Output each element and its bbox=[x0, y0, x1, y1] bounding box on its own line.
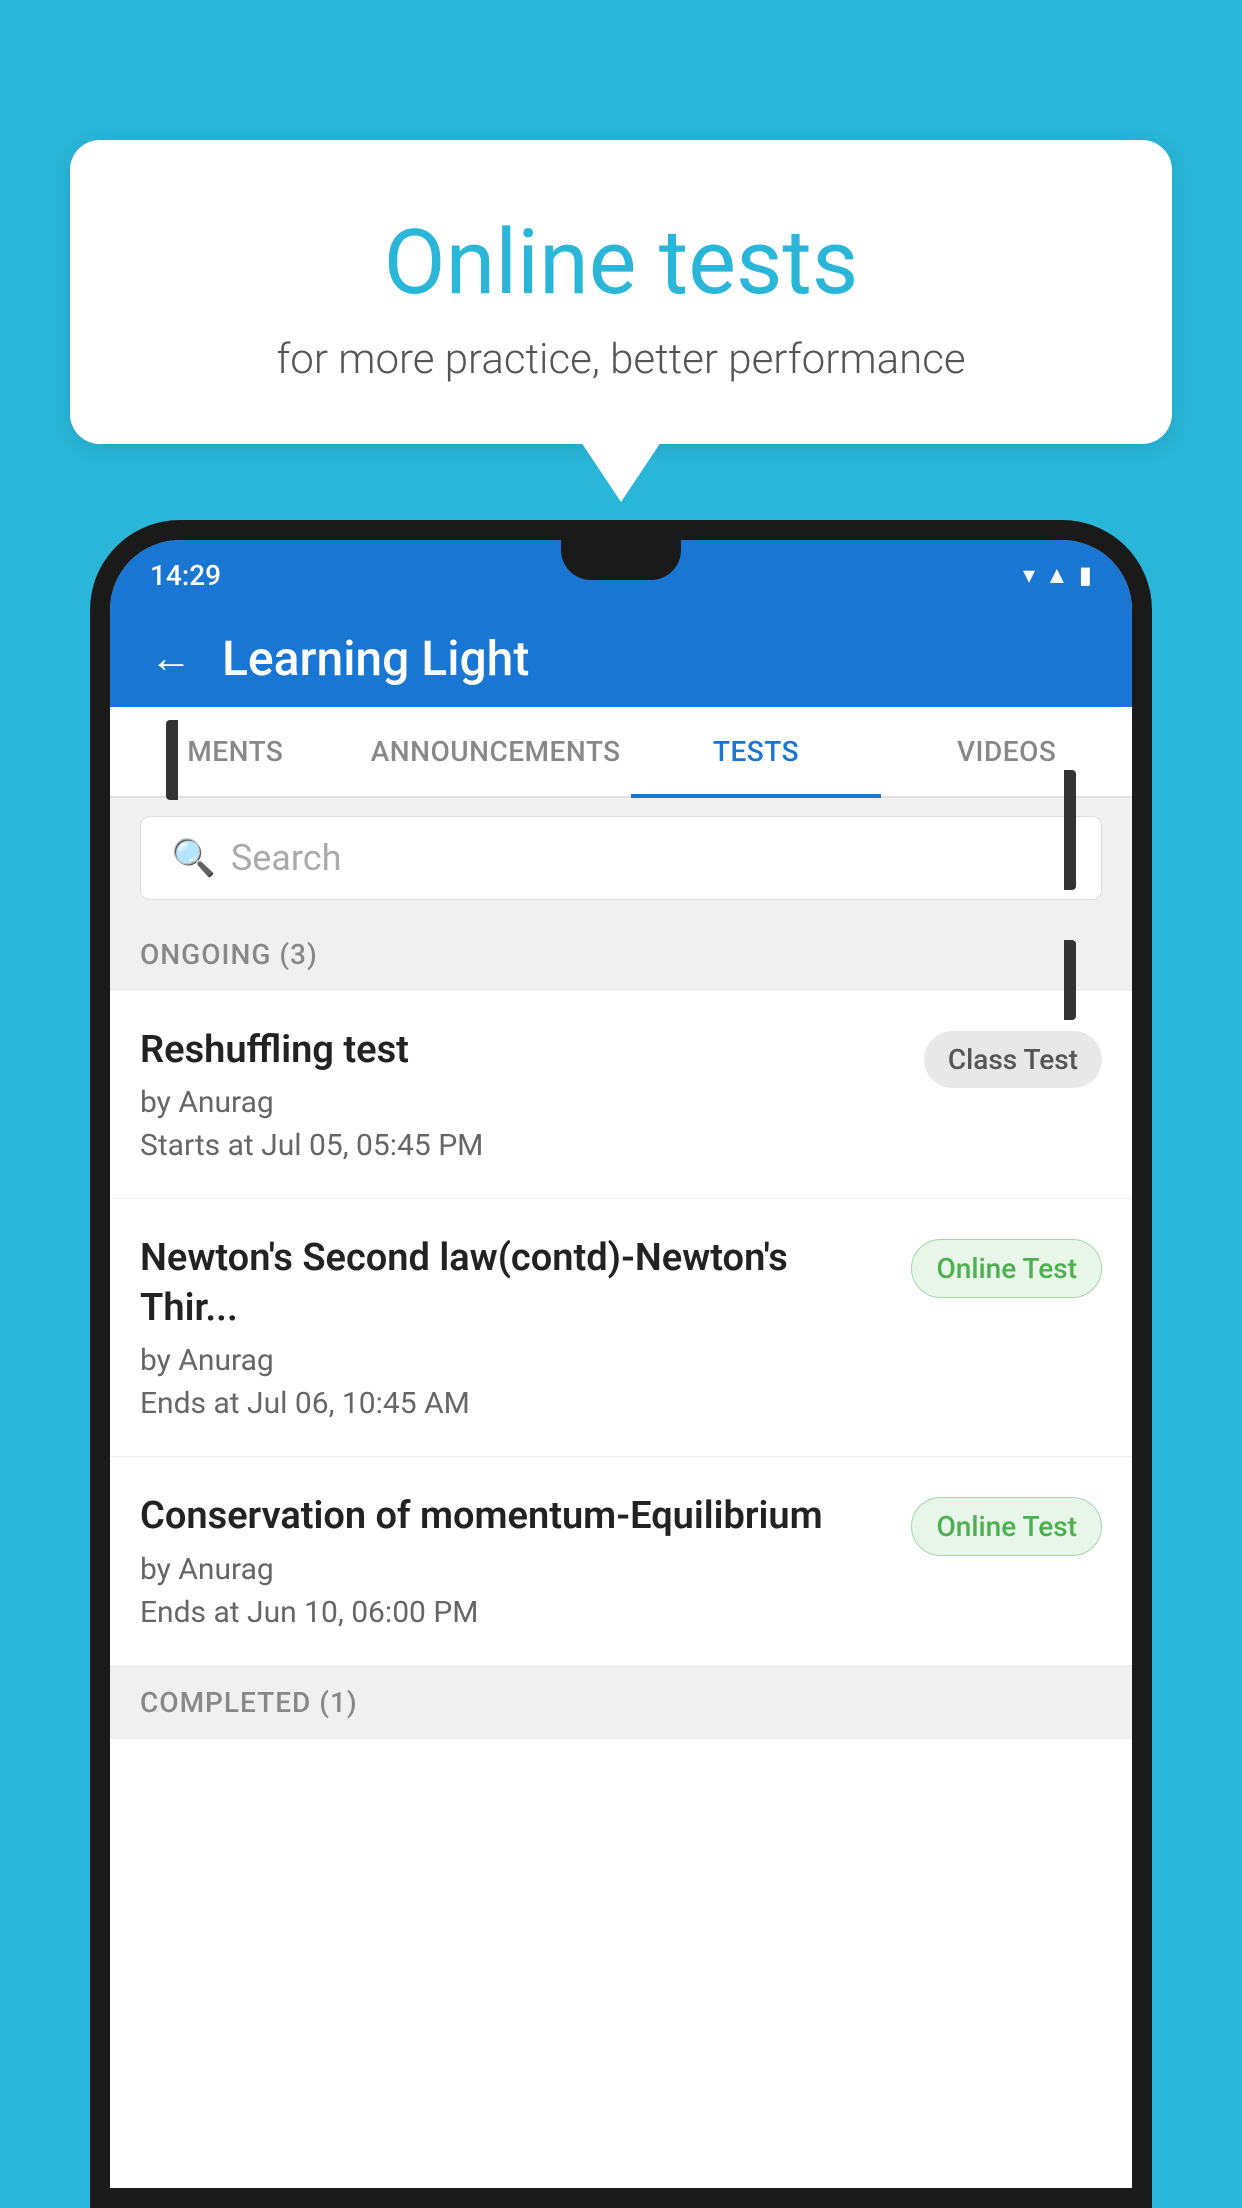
speech-bubble: Online tests for more practice, better p… bbox=[70, 140, 1172, 444]
phone-volume-down-button[interactable] bbox=[1064, 940, 1076, 1020]
ongoing-section-header: ONGOING (3) bbox=[110, 918, 1132, 991]
app-title: Learning Light bbox=[222, 630, 529, 687]
test-info-2: Newton's Second law(contd)-Newton's Thir… bbox=[140, 1234, 911, 1421]
tab-tests[interactable]: TESTS bbox=[631, 707, 882, 796]
test-name-1: Reshuffling test bbox=[140, 1026, 904, 1075]
test-item-1[interactable]: Reshuffling test by Anurag Starts at Jul… bbox=[110, 991, 1132, 1199]
tab-announcements[interactable]: ANNOUNCEMENTS bbox=[361, 707, 631, 796]
app-header: ← Learning Light bbox=[110, 610, 1132, 707]
speech-bubble-arrow bbox=[581, 442, 661, 502]
search-placeholder: Search bbox=[231, 837, 342, 879]
signal-icon: ▲ bbox=[1045, 561, 1069, 590]
speech-bubble-title: Online tests bbox=[150, 210, 1092, 315]
wifi-icon: ▾ bbox=[1023, 561, 1035, 589]
tab-videos[interactable]: VIDEOS bbox=[881, 707, 1132, 796]
completed-section-header: COMPLETED (1) bbox=[110, 1666, 1132, 1739]
speech-bubble-subtitle: for more practice, better performance bbox=[150, 335, 1092, 384]
test-by-3: by Anurag bbox=[140, 1552, 891, 1587]
test-info-3: Conservation of momentum-Equilibrium by … bbox=[140, 1492, 911, 1629]
test-name-2: Newton's Second law(contd)-Newton's Thir… bbox=[140, 1234, 891, 1333]
test-badge-1: Class Test bbox=[924, 1031, 1102, 1088]
test-name-3: Conservation of momentum-Equilibrium bbox=[140, 1492, 891, 1541]
status-icons: ▾ ▲ ▮ bbox=[1023, 561, 1092, 590]
phone-frame: 14:29 ▾ ▲ ▮ ← Learning Light MENTS ANNOU… bbox=[90, 520, 1152, 2208]
test-date-3: Ends at Jun 10, 06:00 PM bbox=[140, 1595, 891, 1630]
tab-ments[interactable]: MENTS bbox=[110, 707, 361, 796]
test-badge-3: Online Test bbox=[911, 1497, 1102, 1556]
phone-screen: 14:29 ▾ ▲ ▮ ← Learning Light MENTS ANNOU… bbox=[110, 540, 1132, 2188]
speech-bubble-container: Online tests for more practice, better p… bbox=[70, 140, 1172, 502]
test-info-1: Reshuffling test by Anurag Starts at Jul… bbox=[140, 1026, 924, 1163]
test-by-1: by Anurag bbox=[140, 1085, 904, 1120]
search-icon: 🔍 bbox=[171, 837, 216, 879]
tabs-container: MENTS ANNOUNCEMENTS TESTS VIDEOS bbox=[110, 707, 1132, 798]
test-item-3[interactable]: Conservation of momentum-Equilibrium by … bbox=[110, 1457, 1132, 1665]
test-badge-2: Online Test bbox=[911, 1239, 1102, 1298]
search-bar[interactable]: 🔍 Search bbox=[140, 816, 1102, 900]
test-list: Reshuffling test by Anurag Starts at Jul… bbox=[110, 991, 1132, 2188]
back-button[interactable]: ← bbox=[150, 634, 192, 683]
status-time: 14:29 bbox=[150, 559, 221, 592]
test-by-2: by Anurag bbox=[140, 1343, 891, 1378]
phone-notch bbox=[561, 540, 681, 580]
test-date-2: Ends at Jul 06, 10:45 AM bbox=[140, 1386, 891, 1421]
test-item-2[interactable]: Newton's Second law(contd)-Newton's Thir… bbox=[110, 1199, 1132, 1457]
search-container: 🔍 Search bbox=[110, 798, 1132, 918]
test-date-1: Starts at Jul 05, 05:45 PM bbox=[140, 1128, 904, 1163]
battery-icon: ▮ bbox=[1079, 561, 1092, 589]
